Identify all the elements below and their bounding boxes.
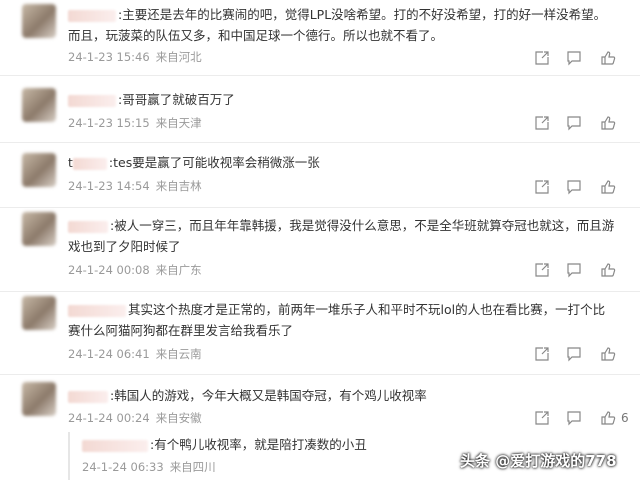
reply-date: 24-1-24 06:33 <box>82 460 164 474</box>
username-blurred[interactable] <box>82 439 148 452</box>
comment-date: 24-1-23 14:54 <box>68 179 150 193</box>
comment-actions <box>530 262 630 280</box>
avatar[interactable] <box>22 212 56 246</box>
comment-item: :哥哥赢了就破百万了 24-1-23 15:15 来自天津 <box>0 75 640 143</box>
comment-date: 24-1-24 00:08 <box>68 263 150 277</box>
comment-item: :被人一穿三，而且年年靠韩援，我是觉得没什么意思，不是全华班就算夺冠也就这，而且… <box>0 207 640 292</box>
comment-date: 24-1-23 15:15 <box>68 116 150 130</box>
comment-actions <box>530 346 630 364</box>
avatar[interactable] <box>22 4 56 38</box>
comment-actions <box>530 50 630 68</box>
share-icon[interactable] <box>534 346 552 364</box>
comment-actions <box>530 115 630 133</box>
comment-location: 来自吉林 <box>155 179 202 193</box>
like-count: 6 <box>621 411 629 425</box>
like-icon[interactable] <box>600 115 618 133</box>
watermark: 头条 @爱打游戏的778 <box>460 452 617 470</box>
comment-text: :韩国人的游戏，今年大概又是韩国夺冠，有个鸡儿收视率 <box>68 385 616 406</box>
comment-icon[interactable] <box>566 410 584 428</box>
share-icon[interactable] <box>534 410 552 428</box>
share-icon[interactable] <box>534 179 552 197</box>
username-blurred[interactable] <box>68 9 116 22</box>
avatar[interactable] <box>22 88 56 122</box>
comment-location: 来自河北 <box>155 50 202 64</box>
comment-text: :被人一穿三，而且年年靠韩援，我是觉得没什么意思，不是全华班就算夺冠也就这，而且… <box>68 218 615 254</box>
comment-location: 来自安徽 <box>155 411 202 425</box>
comment-item: t:tes要是赢了可能收视率会稍微涨一张 24-1-23 14:54 来自吉林 <box>0 142 640 208</box>
comment-text: :主要还是去年的比赛闹的吧，觉得LPL没啥希望。打的不好没希望，打的好一样没希望… <box>68 7 607 43</box>
comment-actions: 6 <box>530 410 630 428</box>
share-icon[interactable] <box>534 50 552 68</box>
comment-meta: 24-1-24 00:24 来自安徽 <box>68 410 208 426</box>
like-icon[interactable] <box>600 50 618 68</box>
comment-meta: 24-1-24 00:08 来自广东 <box>68 262 208 278</box>
username-blurred[interactable] <box>68 94 116 107</box>
like-icon[interactable] <box>600 179 618 197</box>
reply-location: 来自四川 <box>169 460 216 474</box>
like-icon[interactable] <box>600 346 618 364</box>
like-icon[interactable] <box>600 410 618 428</box>
comment-icon[interactable] <box>566 346 584 364</box>
comment-meta: 24-1-23 15:15 来自天津 <box>68 115 208 131</box>
comment-icon[interactable] <box>566 115 584 133</box>
comment-meta: 24-1-23 14:54 来自吉林 <box>68 178 208 194</box>
like-icon[interactable] <box>600 262 618 280</box>
comment-text: :哥哥赢了就破百万了 <box>68 89 616 110</box>
comment-date: 24-1-23 15:46 <box>68 50 150 64</box>
username-blurred[interactable] <box>68 220 108 233</box>
username-blurred[interactable] <box>72 157 107 170</box>
comment-location: 来自天津 <box>155 116 202 130</box>
comment-meta: 24-1-23 15:46 来自河北 <box>68 49 208 65</box>
comment-location: 来自云南 <box>155 347 202 361</box>
comment-item: :主要还是去年的比赛闹的吧，觉得LPL没啥希望。打的不好没希望，打的好一样没希望… <box>0 0 640 76</box>
avatar[interactable] <box>22 296 56 330</box>
comment-date: 24-1-24 00:24 <box>68 411 150 425</box>
comment-text: 其实这个热度才是正常的，前两年一堆乐子人和平时不玩lol的人也在看比赛，一打个比… <box>68 302 606 338</box>
comment-meta: 24-1-24 06:41 来自云南 <box>68 346 208 362</box>
username-blurred[interactable] <box>68 304 126 317</box>
avatar[interactable] <box>22 153 56 187</box>
comment-actions <box>530 179 630 197</box>
comment-icon[interactable] <box>566 50 584 68</box>
reply-meta: 24-1-24 06:33 来自四川 <box>82 459 222 475</box>
comment-location: 来自广东 <box>155 263 202 277</box>
share-icon[interactable] <box>534 115 552 133</box>
comment-icon[interactable] <box>566 179 584 197</box>
share-icon[interactable] <box>534 262 552 280</box>
comment-date: 24-1-24 06:41 <box>68 347 150 361</box>
comment-text: t:tes要是赢了可能收视率会稍微涨一张 <box>68 155 320 170</box>
avatar[interactable] <box>22 382 56 416</box>
username-blurred[interactable] <box>68 390 108 403</box>
comment-item: 其实这个热度才是正常的，前两年一堆乐子人和平时不玩lol的人也在看比赛，一打个比… <box>0 291 640 375</box>
comment-icon[interactable] <box>566 262 584 280</box>
